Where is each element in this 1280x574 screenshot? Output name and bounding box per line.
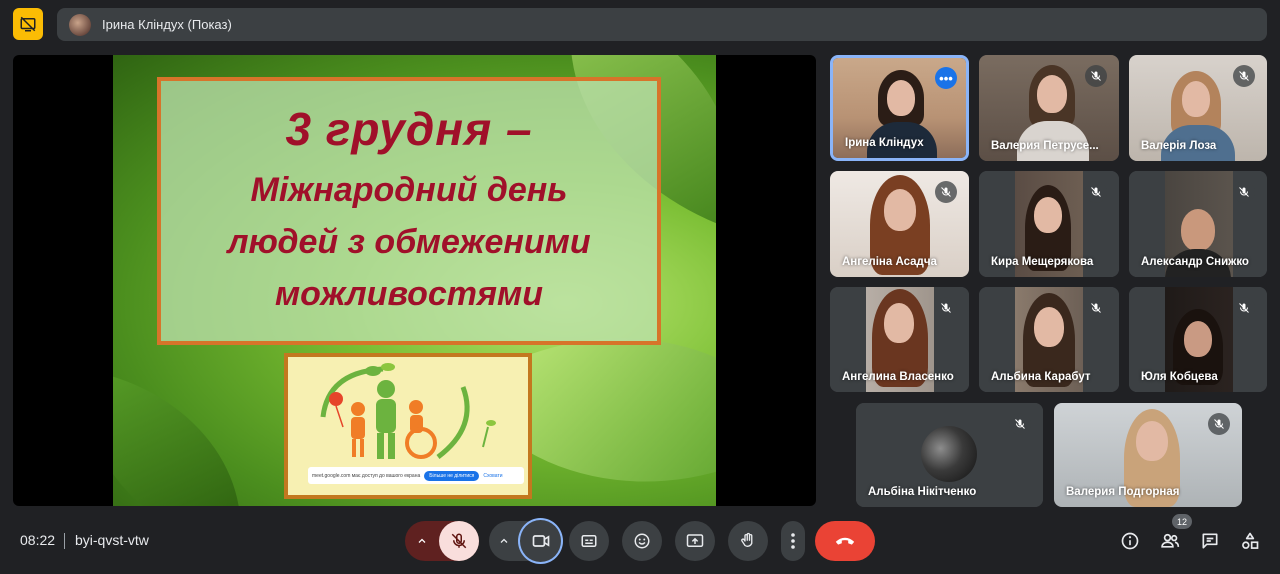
hide-banner-link[interactable]: Сховати — [483, 473, 502, 479]
reactions-button[interactable] — [622, 521, 662, 561]
screen-share-banner: meet.google.com має доступ до вашого екр… — [308, 467, 524, 484]
slide-title-line: можливостями — [275, 275, 543, 313]
participant-face — [1182, 81, 1210, 117]
people-icon — [1161, 533, 1180, 548]
mic-off-icon — [1085, 181, 1107, 203]
participant-tile[interactable]: Юля Кобцева — [1129, 287, 1267, 392]
activities-button[interactable] — [1237, 528, 1263, 554]
slide-title-box: 3 грудня – Міжнародний день людей з обме… — [157, 77, 661, 345]
participant-name: Ірина Кліндух — [845, 137, 924, 149]
participant-tile[interactable]: Ангелина Власенко — [830, 287, 969, 392]
mic-off-icon — [935, 181, 957, 203]
avatar — [921, 426, 977, 482]
meeting-code[interactable]: byi-qvst-vtw — [75, 532, 149, 548]
participant-name: Валерия Подгорная — [1066, 486, 1180, 498]
participant-face — [1034, 307, 1064, 347]
screen-share-banner-text: meet.google.com має доступ до вашого екр… — [312, 472, 421, 479]
participant-tile[interactable]: Александр Снижко — [1129, 171, 1267, 277]
presenter-pill[interactable]: Ірина Кліндух (Показ) — [57, 8, 1267, 41]
slide-title-line: людей з обмеженими — [227, 223, 591, 261]
participant-name: Валерія Лоза — [1141, 140, 1217, 152]
people-count-badge: 12 — [1172, 514, 1192, 529]
slide-title-line: Міжнародний день — [250, 171, 568, 209]
stop-sharing-button[interactable]: Більше не ділитися — [424, 470, 480, 481]
activities-icon — [1242, 532, 1259, 549]
present-off-icon — [20, 16, 36, 32]
people-button[interactable] — [1157, 528, 1183, 554]
participant-name: Александр Снижко — [1141, 256, 1249, 268]
mic-options-button[interactable] — [405, 521, 439, 561]
more-options-button[interactable] — [781, 521, 805, 561]
mic-off-icon — [1233, 181, 1255, 203]
participant-tile[interactable]: Валерия Подгорная — [1054, 403, 1242, 507]
meeting-clock: 08:22 — [20, 532, 56, 548]
participant-face — [884, 189, 916, 231]
chat-icon — [1202, 533, 1218, 549]
leave-call-button[interactable] — [815, 521, 875, 561]
meeting-details-button[interactable] — [1117, 528, 1143, 554]
present-now-button[interactable] — [675, 521, 715, 561]
participant-name: Ангелина Власенко — [842, 371, 954, 383]
mic-toggle-button[interactable] — [439, 521, 479, 561]
mic-off-icon — [1009, 413, 1031, 435]
participant-face — [887, 80, 915, 116]
participant-name: Кира Мещерякова — [991, 256, 1094, 268]
mic-off-icon — [935, 297, 957, 319]
chat-button[interactable] — [1197, 528, 1223, 554]
participant-face — [1181, 209, 1215, 251]
camera-toggle-button[interactable] — [518, 518, 563, 564]
top-bar: Ірина Кліндух (Показ) — [0, 0, 1280, 50]
mic-off-icon — [1233, 297, 1255, 319]
mic-off-icon — [1085, 297, 1107, 319]
mic-off-icon — [1233, 65, 1255, 87]
presenter-avatar — [69, 13, 91, 36]
more-vert-icon — [791, 533, 795, 549]
participant-tile[interactable]: Альбина Карабут — [979, 287, 1119, 392]
participant-name: Юля Кобцева — [1141, 371, 1218, 383]
stop-presenting-button[interactable] — [13, 8, 43, 40]
participant-tile[interactable]: Ангеліна Асадча — [830, 171, 969, 277]
captions-icon — [581, 535, 597, 547]
participant-tile[interactable]: Валерія Лоза — [1129, 55, 1267, 161]
participant-name: Альбіна Нікітченко — [868, 486, 977, 498]
raise-hand-button[interactable] — [728, 521, 768, 561]
inclusion-logo-image — [320, 363, 496, 459]
divider — [64, 533, 65, 549]
raise-hand-icon — [741, 532, 753, 547]
mic-off-icon — [1208, 413, 1230, 435]
info-icon — [1121, 532, 1139, 550]
participant-face — [1034, 197, 1062, 233]
participant-tile[interactable]: Кира Мещерякова — [979, 171, 1119, 277]
presentation-stage: 3 грудня – Міжнародний день людей з обме… — [13, 55, 816, 506]
camera-icon — [532, 535, 549, 547]
bottom-control-bar: 08:22 byi-qvst-vtw 12 — [0, 510, 1280, 574]
participant-tile[interactable]: Альбіна Нікітченко — [856, 403, 1043, 507]
slide-logo-box: meet.google.com має доступ до вашого екр… — [284, 353, 532, 499]
chevron-up-icon — [500, 538, 508, 543]
participant-name: Альбина Карабут — [991, 371, 1091, 383]
slide-title-date: 3 грудня – — [285, 103, 533, 155]
mic-off-icon — [451, 533, 467, 549]
presenter-name: Ірина Кліндух (Показ) — [102, 17, 232, 32]
participant-face — [884, 303, 914, 343]
present-now-icon — [686, 534, 704, 547]
participant-name: Валерия Петрусе... — [991, 140, 1099, 152]
shared-slide: 3 грудня – Міжнародний день людей з обме… — [113, 55, 716, 506]
chevron-up-icon — [418, 538, 426, 543]
more-options-icon[interactable]: ••• — [935, 67, 957, 89]
camera-control — [489, 518, 563, 564]
call-end-icon — [835, 537, 855, 545]
captions-button[interactable] — [569, 521, 609, 561]
camera-options-button[interactable] — [489, 521, 518, 561]
leaf-decoration — [113, 370, 265, 506]
participant-tile[interactable]: Валерия Петрусе... — [979, 55, 1119, 161]
emoji-icon — [634, 533, 650, 549]
participant-tile[interactable]: ••• Ірина Кліндух — [830, 55, 969, 161]
participant-name: Ангеліна Асадча — [842, 256, 937, 268]
microphone-control — [405, 521, 479, 561]
participant-face — [1037, 75, 1067, 113]
participant-face — [1184, 321, 1212, 357]
participant-face — [1136, 421, 1168, 461]
mic-off-icon — [1085, 65, 1107, 87]
